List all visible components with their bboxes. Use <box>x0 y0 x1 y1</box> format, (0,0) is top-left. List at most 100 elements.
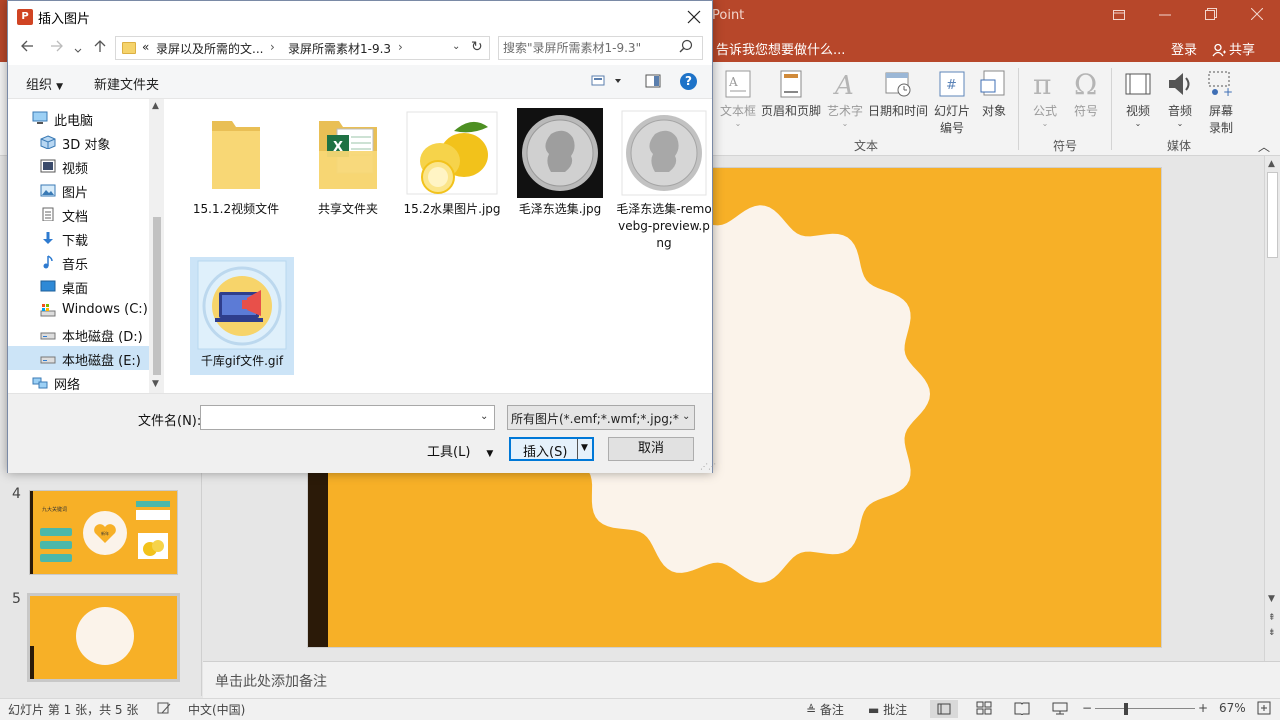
audio-button[interactable]: 音频 ⌄ <box>1162 66 1198 128</box>
svg-text:Ω: Ω <box>1074 70 1097 98</box>
file-item[interactable]: 15.1.2视频文件 <box>186 105 286 218</box>
scroll-down-icon[interactable]: ▼ <box>152 379 159 389</box>
file-item[interactable]: 千库gif文件.gif <box>190 257 294 375</box>
help-icon[interactable]: ? <box>680 73 697 90</box>
breadcrumb-segment-1[interactable]: 录屏以及所需的文... <box>156 40 263 57</box>
resize-grip-icon[interactable]: ⋰⋰ <box>700 462 716 471</box>
scroll-down-icon[interactable]: ▼ <box>1268 594 1275 604</box>
header-footer-button[interactable]: 页眉和页脚 <box>760 66 822 119</box>
slideshow-view-icon[interactable] <box>1052 701 1068 718</box>
zoom-slider-thumb[interactable] <box>1124 703 1128 715</box>
file-item[interactable]: 毛泽东选集.jpg <box>510 105 610 218</box>
address-bar[interactable]: « 录屏以及所需的文... › 录屏所需素材1-9.3 › ⌄ ↻ <box>115 36 490 60</box>
language-status[interactable]: 中文(中国) <box>188 701 245 718</box>
address-dropdown-icon[interactable]: ⌄ <box>452 41 460 52</box>
refresh-icon[interactable]: ↻ <box>471 39 483 55</box>
object-label: 对象 <box>981 104 1006 118</box>
scroll-up-icon[interactable]: ▲ <box>152 101 159 111</box>
symbol-button[interactable]: Ω 符号 <box>1068 66 1104 119</box>
file-item[interactable]: 15.2水果图片.jpg <box>402 105 502 218</box>
powerpoint-logo-icon: P <box>17 9 33 25</box>
breadcrumb-chevron-icon[interactable]: › <box>398 40 403 54</box>
slide-number-button[interactable]: # 幻灯片 编号 <box>932 66 972 136</box>
restore-icon[interactable] <box>1188 4 1234 28</box>
file-type-select[interactable]: 所有图片(*.emf;*.wmf;*.jpg;*.jpeg;*.png) ⌄ <box>507 405 695 430</box>
next-slide-icon[interactable]: ⇟ <box>1268 628 1276 638</box>
back-button[interactable] <box>20 39 34 57</box>
file-item[interactable]: 毛泽东选集-removebg-preview.png <box>616 105 712 252</box>
slide-thumbnail-5[interactable] <box>27 593 180 682</box>
preview-pane-icon[interactable] <box>645 74 661 91</box>
insert-options-caret-icon[interactable]: ▼ <box>581 443 588 453</box>
tree-item[interactable]: 此电脑 <box>8 106 154 130</box>
breadcrumb-segment-2[interactable]: 录屏所需素材1-9.3 <box>288 40 391 57</box>
up-button[interactable] <box>93 39 107 57</box>
slide-thumbnail-4[interactable]: 九大关键词 新年 <box>29 490 178 575</box>
tree-item[interactable]: 文档 <box>8 202 154 226</box>
tree-item[interactable]: 本地磁盘 (D:) <box>8 322 154 346</box>
scroll-up-icon[interactable]: ▲ <box>1268 159 1275 169</box>
header-footer-icon <box>780 70 802 98</box>
equation-button[interactable]: π 公式 ⌄ <box>1027 66 1063 128</box>
insert-button[interactable]: 插入(S) ▼ <box>509 437 594 461</box>
notes-toggle[interactable]: ≜ 备注 <box>806 701 844 718</box>
recent-locations-button[interactable] <box>74 42 82 58</box>
spell-check-icon[interactable] <box>157 701 171 718</box>
new-folder-button[interactable]: 新建文件夹 <box>94 74 159 93</box>
zoom-level[interactable]: 67% <box>1219 701 1246 715</box>
chevron-down-icon[interactable]: ⌄ <box>480 411 488 422</box>
tree-item[interactable]: 桌面 <box>8 274 154 298</box>
tree-item[interactable]: Windows (C:) <box>8 298 154 322</box>
slide-scrollbar[interactable]: ▲ ▼ ⇞ ⇟ <box>1264 156 1280 661</box>
tree-item[interactable]: 视频 <box>8 154 154 178</box>
search-box[interactable] <box>498 36 703 60</box>
search-input[interactable] <box>503 39 675 57</box>
download-icon <box>40 231 55 245</box>
wordart-button[interactable]: A 艺术字 ⌄ <box>824 66 866 128</box>
navigation-pane-scrollbar[interactable]: ▲ ▼ <box>149 99 164 393</box>
scrollbar-thumb[interactable] <box>1267 172 1278 258</box>
reading-view-icon[interactable] <box>1014 701 1030 718</box>
fit-to-window-icon[interactable] <box>1257 701 1271 718</box>
login-link[interactable]: 登录 <box>1171 39 1197 58</box>
close-window-icon[interactable] <box>1234 4 1280 28</box>
tree-item[interactable]: 图片 <box>8 178 154 202</box>
notes-pane[interactable]: 单击此处添加备注 <box>203 661 1280 698</box>
tree-item[interactable]: 音乐 <box>8 250 154 274</box>
tree-item[interactable]: 本地磁盘 (E:) <box>8 346 154 370</box>
date-time-button[interactable]: 日期和时间 <box>866 66 930 119</box>
breadcrumb-chevron-icon[interactable]: › <box>270 40 275 54</box>
text-box-button[interactable]: A 文本框 ⌄ <box>718 66 758 128</box>
zoom-in-button[interactable]: + <box>1198 701 1208 715</box>
ribbon-display-options-icon[interactable] <box>1096 4 1142 28</box>
comments-toggle[interactable]: ▬ 批注 <box>868 701 907 718</box>
screen-recording-button[interactable]: + 屏幕 录制 <box>1203 66 1239 136</box>
breadcrumb-overflow[interactable]: « <box>142 40 149 54</box>
normal-view-button[interactable] <box>930 700 958 718</box>
filename-input[interactable] <box>204 409 474 426</box>
tree-item[interactable]: 3D 对象 <box>8 130 154 154</box>
zoom-out-button[interactable]: − <box>1082 701 1092 715</box>
tell-me-box[interactable]: 告诉我您想要做什么... <box>716 39 845 58</box>
share-button[interactable]: 共享 <box>1212 39 1255 58</box>
dialog-close-button[interactable] <box>680 5 708 29</box>
video-button[interactable]: 视频 ⌄ <box>1120 66 1156 128</box>
tree-item[interactable]: 网络 <box>8 370 154 393</box>
search-icon[interactable] <box>679 39 693 56</box>
slide-sorter-view-icon[interactable] <box>976 701 992 718</box>
tools-menu[interactable]: 工具(L) ▼ <box>427 441 493 460</box>
minimize-icon[interactable] <box>1142 4 1188 28</box>
organize-menu[interactable]: 组织 ▼ <box>26 74 63 93</box>
view-options-icon[interactable] <box>591 74 623 91</box>
scrollbar-thumb[interactable] <box>153 217 161 375</box>
object-button[interactable]: 对象 <box>976 66 1012 119</box>
forward-button[interactable] <box>50 39 64 57</box>
zoom-slider-track[interactable] <box>1095 708 1195 709</box>
cancel-button[interactable]: 取消 <box>608 437 694 461</box>
file-item[interactable]: X 共享文件夹 <box>298 105 398 218</box>
insert-picture-dialog: P 插入图片 « 录屏以及所需的文... › 录屏所需素材1-9.3 › ⌄ ↻ <box>7 0 716 473</box>
collapse-ribbon-icon[interactable]: ︿ <box>1258 138 1270 155</box>
filename-combobox[interactable]: ⌄ <box>200 405 495 430</box>
previous-slide-icon[interactable]: ⇞ <box>1268 613 1276 623</box>
tree-item[interactable]: 下载 <box>8 226 154 250</box>
